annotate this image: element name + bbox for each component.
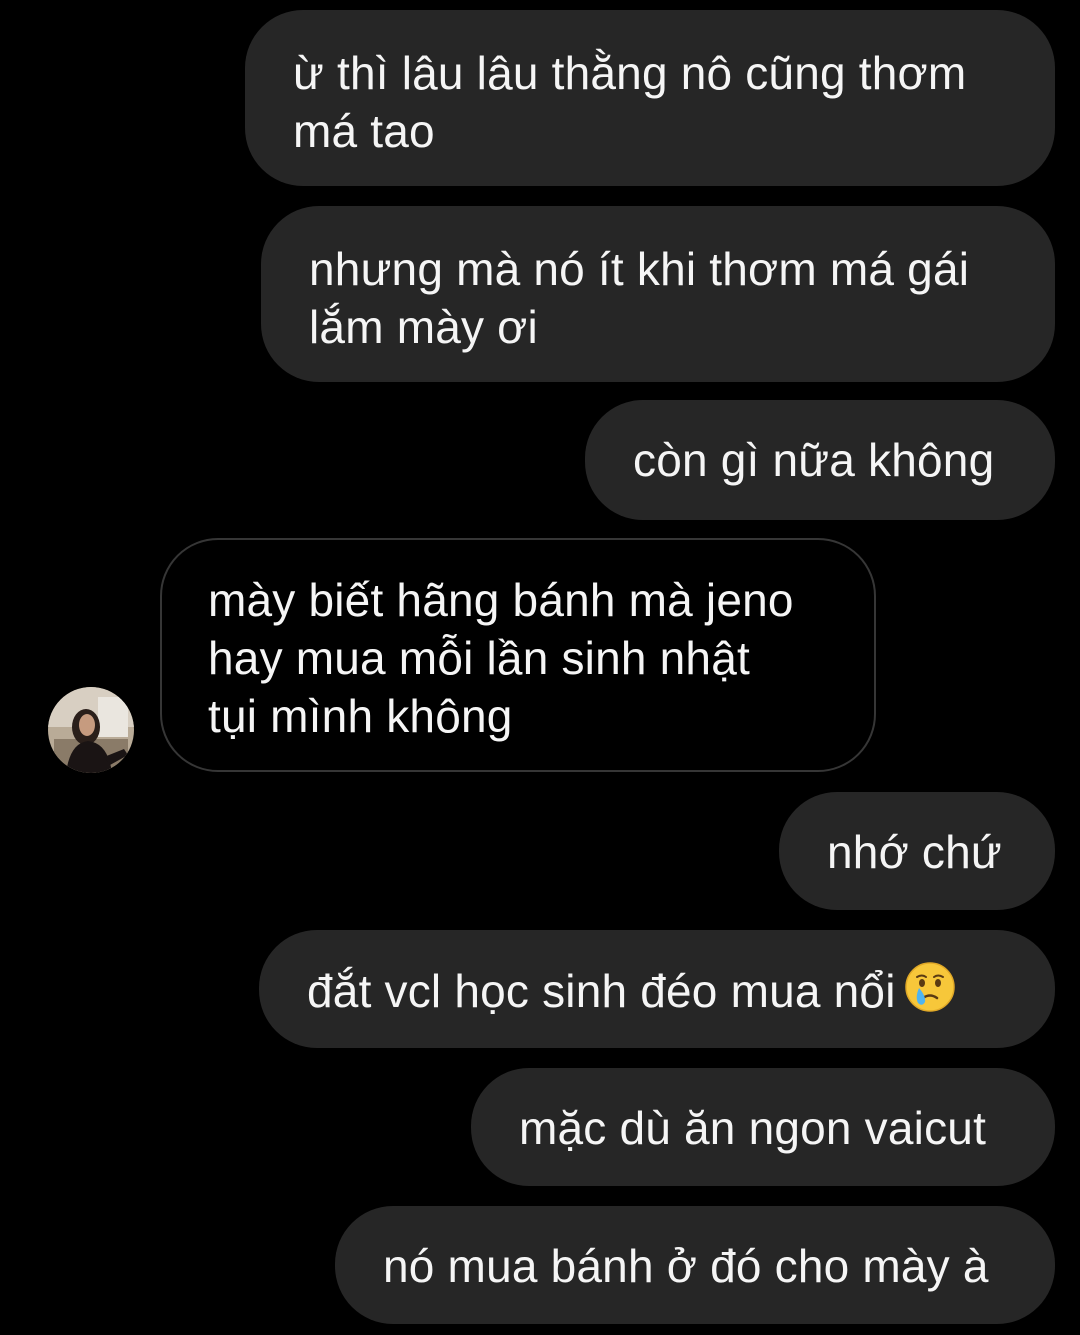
message-text: đắt vcl học sinh đéo mua nổi: [307, 965, 896, 1017]
sent-message-bubble[interactable]: đắt vcl học sinh đéo mua nổi: [259, 930, 1055, 1048]
message-text: ừ thì lâu lâu thằng nô cũng thơm má tao: [293, 47, 967, 157]
message-text: nhớ chứ: [827, 826, 1002, 878]
sent-message-bubble[interactable]: nhưng mà nó ít khi thơm má gái lắm mày ơ…: [261, 206, 1055, 382]
message-text: còn gì nữa không: [633, 434, 995, 486]
sent-message-bubble[interactable]: nhớ chứ: [779, 792, 1055, 910]
face-holding-back-tears-emoji-icon: [904, 961, 956, 1013]
received-message-bubble[interactable]: mày biết hãng bánh mà jeno hay mua mỗi l…: [160, 538, 876, 772]
contact-avatar-photo-icon: [48, 687, 134, 773]
sent-message-bubble[interactable]: ừ thì lâu lâu thằng nô cũng thơm má tao: [245, 10, 1055, 186]
sent-message-bubble[interactable]: còn gì nữa không: [585, 400, 1055, 520]
message-text: nó mua bánh ở đó cho mày à: [383, 1240, 989, 1292]
message-text: mày biết hãng bánh mà jeno hay mua mỗi l…: [208, 574, 794, 742]
message-text: mặc dù ăn ngon vaicut: [519, 1102, 987, 1154]
contact-avatar[interactable]: [48, 687, 134, 773]
message-text: nhưng mà nó ít khi thơm má gái lắm mày ơ…: [309, 243, 970, 353]
sent-message-bubble[interactable]: mặc dù ăn ngon vaicut: [471, 1068, 1055, 1186]
sent-message-bubble[interactable]: nó mua bánh ở đó cho mày à: [335, 1206, 1055, 1324]
chat-thread: ừ thì lâu lâu thằng nô cũng thơm má tao …: [0, 0, 1080, 1335]
